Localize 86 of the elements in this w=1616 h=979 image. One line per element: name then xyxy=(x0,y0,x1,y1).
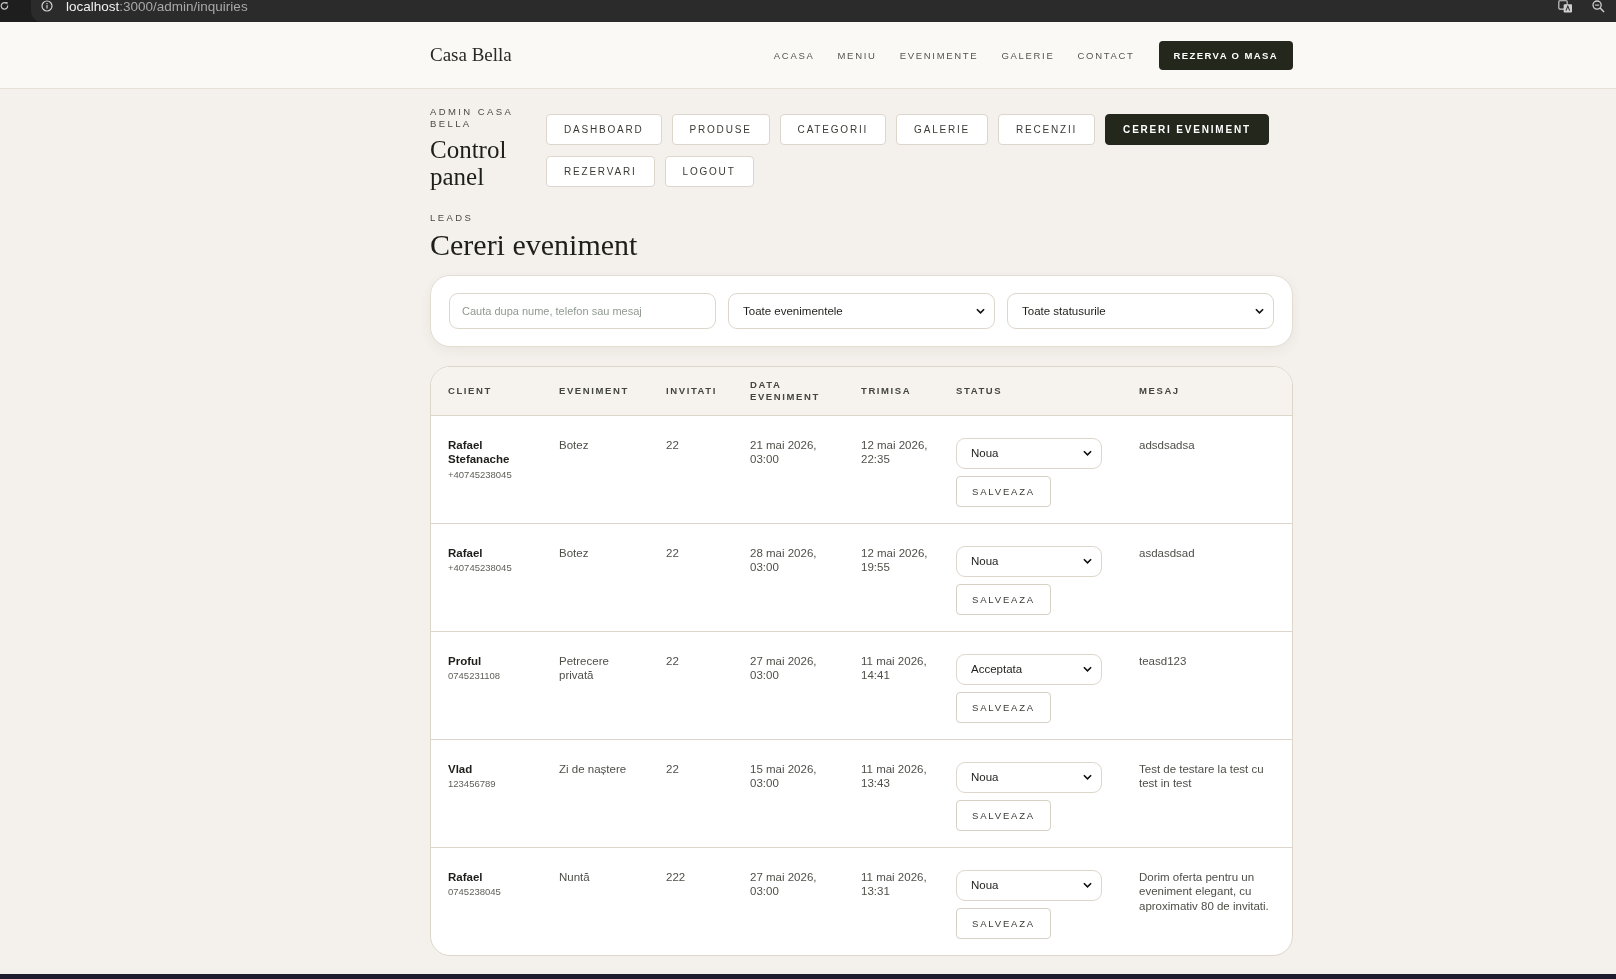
submitted-date: 11 mai 2026, 14:41 xyxy=(844,631,939,739)
save-button[interactable]: SALVEAZA xyxy=(956,907,1051,939)
client-phone: 123456789 xyxy=(448,777,497,791)
chevron-down-icon xyxy=(1083,882,1092,888)
reserve-button[interactable]: REZERVA O MASA xyxy=(1158,40,1293,70)
save-button[interactable]: SALVEAZA xyxy=(956,475,1051,507)
info-icon[interactable] xyxy=(41,0,53,12)
event-type: Nuntă xyxy=(542,847,649,955)
status-select[interactable]: Noua xyxy=(956,437,1102,469)
admin-tab[interactable]: CERERI EVENIMENT xyxy=(1105,114,1269,145)
column-header: TRIMISA xyxy=(844,366,939,415)
column-header: MESAJ xyxy=(1122,366,1292,415)
translate-icon[interactable] xyxy=(1558,0,1573,13)
message-text: teasd123 xyxy=(1122,631,1292,739)
zoom-out-icon[interactable] xyxy=(1591,0,1606,13)
nav-link[interactable]: EVENIMENTE xyxy=(899,49,979,61)
status-select[interactable]: Noua xyxy=(956,545,1102,577)
address-bar[interactable]: localhost:3000/admin/inquiries xyxy=(31,0,1616,22)
admin-tab[interactable]: RECENZII xyxy=(998,114,1096,145)
column-header: DATA EVENIMENT xyxy=(733,366,844,415)
event-date: 15 mai 2026, 03:00 xyxy=(733,739,844,847)
client-name: Proful xyxy=(448,653,483,668)
status-filter-select[interactable]: Toate statusurile xyxy=(1007,292,1274,329)
event-filter-select[interactable]: Toate evenimentele xyxy=(728,292,995,329)
admin-eyebrow: ADMIN CASA BELLA xyxy=(430,106,514,129)
nav-link[interactable]: MENIU xyxy=(837,49,877,61)
client-phone: 0745231108 xyxy=(448,669,502,683)
event-date: 28 mai 2026, 03:00 xyxy=(733,523,844,631)
submitted-date: 12 mai 2026, 19:55 xyxy=(844,523,939,631)
message-text: Dorim oferta pentru un eveniment elegant, cu aproximativ 80 de invitati. xyxy=(1122,847,1292,955)
event-date: 27 mai 2026, 03:00 xyxy=(733,631,844,739)
save-button[interactable]: SALVEAZA xyxy=(956,691,1051,723)
client-name: Rafael Stefanache xyxy=(448,437,511,467)
client-name: Vlad xyxy=(448,761,474,776)
guest-count: 22 xyxy=(649,739,733,847)
message-text: asdasdsad xyxy=(1122,523,1292,631)
event-date: 21 mai 2026, 03:00 xyxy=(733,415,844,523)
chevron-down-icon xyxy=(1083,774,1092,780)
admin-tab[interactable]: LOGOUT xyxy=(664,156,754,187)
message-text: Test de testare la test cu test in test xyxy=(1122,739,1292,847)
chevron-down-icon xyxy=(976,307,985,314)
save-button[interactable]: SALVEAZA xyxy=(956,799,1051,831)
client-phone: 0745238045 xyxy=(448,885,502,899)
event-type: Zi de naștere xyxy=(542,739,649,847)
admin-tab[interactable]: GALERIE xyxy=(896,114,989,145)
save-button[interactable]: SALVEAZA xyxy=(956,583,1051,615)
client-phone: +40745238045 xyxy=(448,561,513,575)
chevron-down-icon xyxy=(1083,450,1092,456)
submitted-date: 12 mai 2026, 22:35 xyxy=(844,415,939,523)
panel-title: Control panel xyxy=(430,136,508,190)
admin-tab[interactable]: PRODUSE xyxy=(671,114,770,145)
column-header: EVENIMENT xyxy=(542,366,649,415)
event-type: Botez xyxy=(542,415,649,523)
message-text: adsdsadsa xyxy=(1122,415,1292,523)
site-logo[interactable]: Casa Bella xyxy=(430,44,512,66)
admin-tab[interactable]: REZERVARI xyxy=(546,156,655,187)
submitted-date: 11 mai 2026, 13:43 xyxy=(844,739,939,847)
event-type: Botez xyxy=(542,523,649,631)
admin-tab[interactable]: CATEGORII xyxy=(779,114,887,145)
client-name: Rafael xyxy=(448,545,484,560)
column-header: INVITATI xyxy=(649,366,733,415)
admin-tab[interactable]: DASHBOARD xyxy=(546,114,662,145)
reload-icon[interactable] xyxy=(0,1,9,11)
column-header: STATUS xyxy=(939,366,1122,415)
chevron-down-icon xyxy=(1083,666,1092,672)
status-select[interactable]: Noua xyxy=(956,869,1102,901)
guest-count: 22 xyxy=(649,631,733,739)
submitted-date: 11 mai 2026, 13:31 xyxy=(844,847,939,955)
event-type: Petrecere privată xyxy=(542,631,649,739)
nav-link[interactable]: GALERIE xyxy=(1001,49,1055,61)
page-title: Cereri eveniment xyxy=(430,226,639,263)
guest-count: 22 xyxy=(649,523,733,631)
client-phone: +40745238045 xyxy=(448,467,513,482)
search-field[interactable]: Cauta dupa nume, telefon sau mesaj xyxy=(449,292,716,329)
guest-count: 222 xyxy=(649,847,733,955)
nav-link[interactable]: CONTACT xyxy=(1077,49,1135,61)
status-select[interactable]: Acceptata xyxy=(956,653,1102,685)
chevron-down-icon xyxy=(1083,558,1092,564)
column-header: CLIENT xyxy=(431,366,542,415)
client-name: Rafael xyxy=(448,869,484,884)
section-eyebrow: LEADS xyxy=(430,212,475,224)
chevron-down-icon xyxy=(1255,307,1264,314)
event-date: 27 mai 2026, 03:00 xyxy=(733,847,844,955)
nav-link[interactable]: ACASA xyxy=(773,49,815,61)
status-select[interactable]: Noua xyxy=(956,761,1102,793)
guest-count: 22 xyxy=(649,415,733,523)
